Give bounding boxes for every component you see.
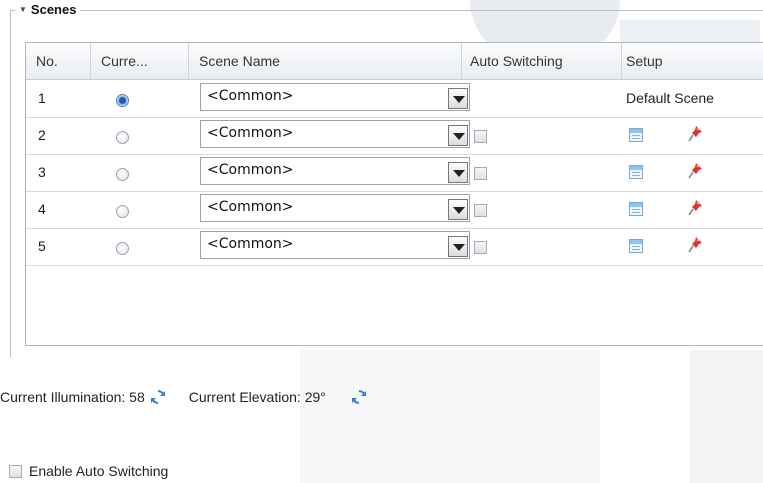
collapse-triangle-icon[interactable]: ▼: [19, 5, 27, 14]
table-row[interactable]: 5 <Common>: [26, 228, 763, 266]
chevron-down-icon[interactable]: [448, 199, 468, 220]
col-header-current[interactable]: Curre...: [91, 43, 189, 79]
pushpin-icon[interactable]: [686, 124, 704, 144]
scene-name-value: <Common>: [207, 199, 294, 215]
setup-default-label: Default Scene: [626, 90, 714, 106]
col-header-auto-switching[interactable]: Auto Switching: [462, 43, 622, 79]
row-number: 1: [38, 90, 46, 106]
scene-name-value: <Common>: [207, 236, 294, 252]
table-header: No. Curre... Scene Name Auto Switching S…: [26, 43, 763, 80]
chevron-down-icon[interactable]: [448, 236, 468, 257]
status-bar: Current Illumination: 58 Current Elevati…: [0, 385, 374, 409]
pushpin-icon[interactable]: [686, 235, 704, 255]
pushpin-icon[interactable]: [686, 198, 704, 218]
background-watermark: [300, 350, 600, 483]
refresh-illumination-icon[interactable]: [149, 388, 167, 406]
calendar-icon[interactable]: [629, 239, 643, 253]
enable-auto-switching-label: Enable Auto Switching: [29, 463, 169, 479]
auto-switching-checkbox[interactable]: [474, 204, 487, 217]
scene-name-select[interactable]: <Common>: [200, 157, 470, 185]
section-title: Scenes: [30, 2, 77, 17]
scene-name-select[interactable]: <Common>: [200, 120, 470, 148]
row-number: 2: [38, 127, 46, 143]
refresh-elevation-icon[interactable]: [350, 388, 368, 406]
row-number: 4: [38, 201, 46, 217]
table-row[interactable]: 4 <Common>: [26, 191, 763, 229]
chevron-down-icon[interactable]: [448, 125, 468, 146]
table-row[interactable]: 3 <Common>: [26, 154, 763, 192]
current-scene-radio[interactable]: [116, 131, 129, 144]
elevation-label: Current Elevation: 29°: [188, 389, 326, 405]
col-header-no[interactable]: No.: [26, 43, 91, 79]
current-scene-radio[interactable]: [116, 205, 129, 218]
illumination-label: Current Illumination: 58: [0, 389, 145, 405]
scene-name-select[interactable]: <Common>: [200, 83, 470, 111]
calendar-icon[interactable]: [629, 202, 643, 216]
scene-name-select[interactable]: <Common>: [200, 194, 470, 222]
col-header-setup[interactable]: Setup: [622, 43, 763, 79]
current-scene-radio[interactable]: [116, 168, 129, 181]
scenes-table: No. Curre... Scene Name Auto Switching S…: [25, 42, 763, 346]
scene-name-select[interactable]: <Common>: [200, 231, 470, 259]
enable-auto-switching[interactable]: Enable Auto Switching: [9, 461, 168, 481]
auto-switching-checkbox[interactable]: [474, 167, 487, 180]
row-number: 5: [38, 238, 46, 254]
calendar-icon[interactable]: [629, 128, 643, 142]
chevron-down-icon[interactable]: [448, 162, 468, 183]
scene-name-value: <Common>: [207, 162, 294, 178]
row-number: 3: [38, 164, 46, 180]
background-watermark: [690, 350, 763, 483]
enable-auto-switching-checkbox[interactable]: [9, 464, 22, 478]
scenes-section-header[interactable]: ▼ Scenes: [15, 2, 81, 17]
scene-name-value: <Common>: [207, 88, 294, 104]
pushpin-icon[interactable]: [686, 161, 704, 181]
table-row[interactable]: 2 <Common>: [26, 117, 763, 155]
auto-switching-checkbox[interactable]: [474, 241, 487, 254]
table-row[interactable]: 1 <Common> Default Scene: [26, 80, 763, 118]
calendar-icon[interactable]: [629, 165, 643, 179]
chevron-down-icon[interactable]: [448, 88, 468, 109]
scene-name-value: <Common>: [207, 125, 294, 141]
current-scene-radio[interactable]: [116, 242, 129, 255]
col-header-scene-name[interactable]: Scene Name: [189, 43, 462, 79]
auto-switching-checkbox[interactable]: [474, 130, 487, 143]
current-scene-radio[interactable]: [116, 94, 129, 107]
